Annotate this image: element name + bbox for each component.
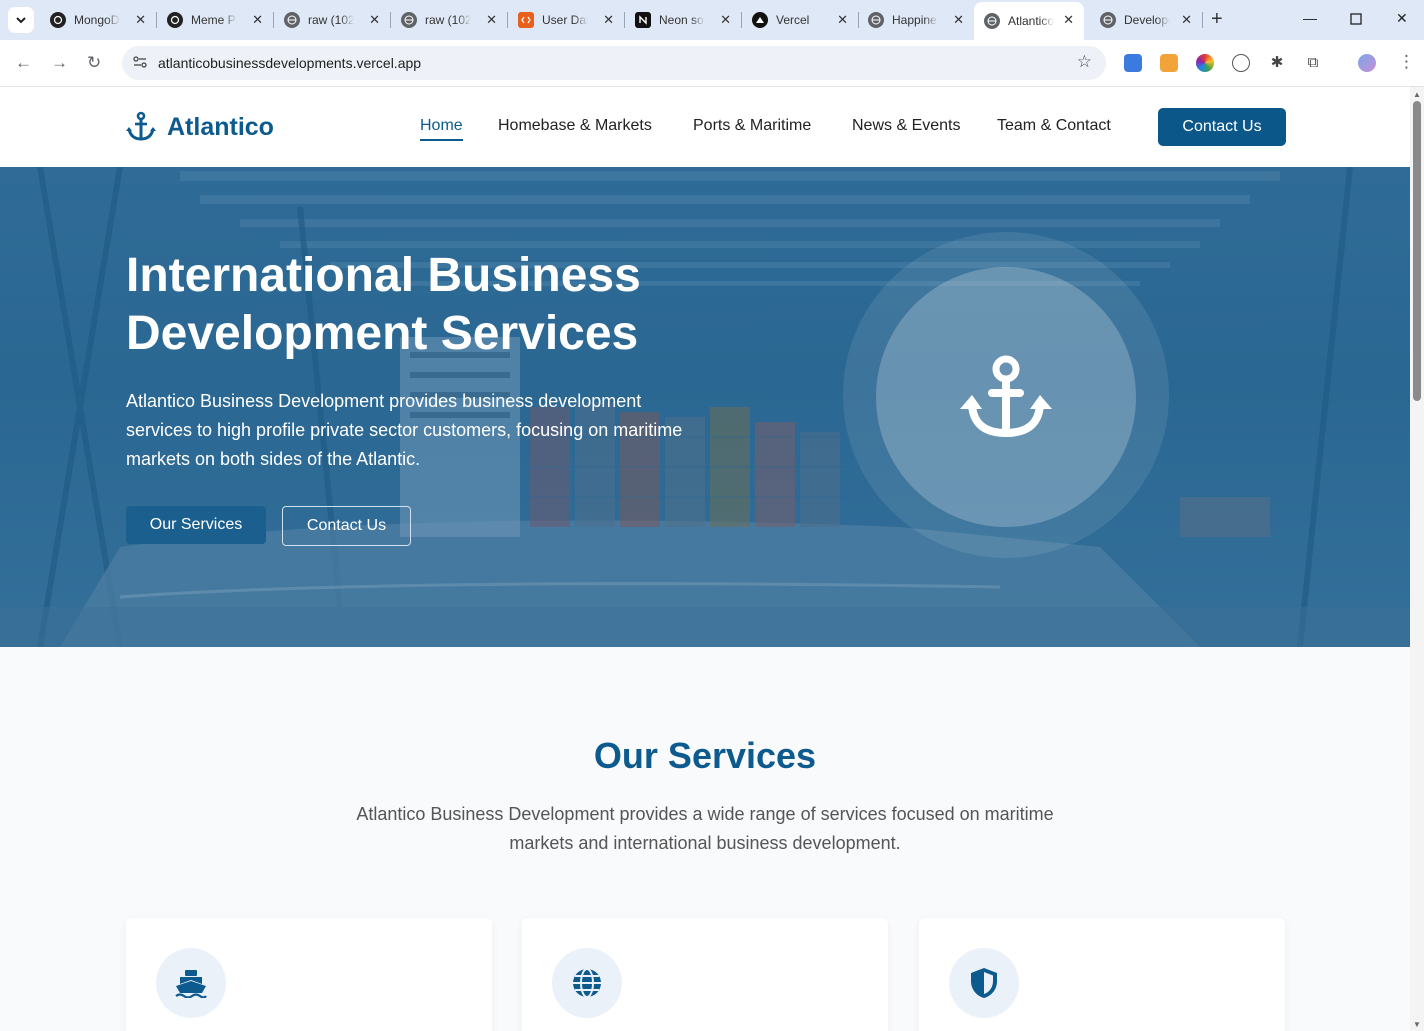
vercel-favicon-icon bbox=[752, 12, 768, 28]
tab-search-button[interactable] bbox=[8, 7, 34, 33]
nav-homebase-markets[interactable]: Homebase & Markets bbox=[498, 117, 652, 135]
color-picker-extension-icon[interactable] bbox=[1196, 54, 1214, 72]
chevron-down-icon bbox=[16, 17, 26, 24]
hero-emblem bbox=[876, 267, 1136, 527]
browser-tab[interactable]: User Data ✕ bbox=[508, 4, 625, 36]
site-header: Atlantico Home Homebase & Markets Ports … bbox=[0, 87, 1410, 167]
close-tab-icon[interactable]: ✕ bbox=[135, 12, 146, 28]
tab-title: Atlantico bbox=[1008, 14, 1054, 28]
browser-tab[interactable]: Developer ✕ bbox=[1090, 4, 1203, 36]
address-bar[interactable]: atlanticobusinessdevelopments.vercel.app… bbox=[122, 46, 1106, 80]
profile-avatar[interactable] bbox=[1358, 54, 1376, 72]
neon-favicon-icon bbox=[635, 12, 651, 28]
our-services-button[interactable]: Our Services bbox=[126, 506, 266, 544]
service-card[interactable] bbox=[126, 918, 492, 1031]
ship-icon bbox=[175, 970, 207, 998]
bug-extension-icon[interactable]: ✱ bbox=[1268, 54, 1286, 72]
window-close-icon[interactable]: ✕ bbox=[1396, 10, 1408, 27]
back-arrow-icon[interactable]: ← bbox=[15, 53, 32, 73]
browser-tab[interactable]: Meme Platform ✕ bbox=[157, 4, 274, 36]
hero-contact-button[interactable]: Contact Us bbox=[282, 506, 411, 546]
nav-home[interactable]: Home bbox=[420, 117, 463, 141]
bookmark-star-icon[interactable]: ☆ bbox=[1077, 52, 1092, 72]
browser-tabstrip: MongoDB ✕ Meme Platform ✕ raw (102) ✕ ra… bbox=[0, 0, 1424, 40]
close-tab-icon[interactable]: ✕ bbox=[1063, 12, 1074, 28]
minimize-icon[interactable]: — bbox=[1303, 10, 1317, 26]
brand-name: Atlantico bbox=[167, 112, 274, 141]
brand-logo[interactable]: Atlantico bbox=[125, 111, 274, 143]
extension-icon[interactable] bbox=[1124, 54, 1142, 72]
close-tab-icon[interactable]: ✕ bbox=[603, 12, 614, 28]
service-icon-circle bbox=[552, 948, 622, 1018]
shield-icon bbox=[971, 968, 997, 998]
hero-description: Atlantico Business Development provides … bbox=[126, 391, 683, 469]
anchor-icon bbox=[126, 111, 156, 141]
services-title: Our Services bbox=[593, 735, 817, 776]
browser-tab[interactable]: Happiness ✕ bbox=[858, 4, 974, 36]
nav-news-events[interactable]: News & Events bbox=[852, 117, 960, 135]
tab-title: Vercel bbox=[776, 13, 810, 27]
tab-title: Neon soft bbox=[659, 13, 705, 27]
globe-favicon-icon bbox=[1100, 12, 1116, 28]
url-text: atlanticobusinessdevelopments.vercel.app bbox=[158, 55, 422, 71]
browser-toolbar: ← → ↻ atlanticobusinessdevelopments.verc… bbox=[0, 40, 1424, 87]
new-tab-button[interactable]: + bbox=[1211, 9, 1223, 29]
page-scrollbar[interactable]: ▲ ▼ bbox=[1410, 87, 1424, 1031]
reload-icon[interactable]: ↻ bbox=[87, 53, 101, 73]
scrollbar-thumb[interactable] bbox=[1413, 101, 1421, 401]
maximize-icon[interactable] bbox=[1350, 12, 1362, 28]
tab-title: User Data bbox=[542, 13, 588, 27]
website-viewport: Atlantico Home Homebase & Markets Ports … bbox=[0, 87, 1410, 1031]
service-icon-circle bbox=[949, 948, 1019, 1018]
anchor-icon bbox=[960, 355, 1052, 438]
hero-title: International Business Development Servi… bbox=[126, 249, 641, 360]
globe-favicon-icon bbox=[284, 12, 300, 28]
browser-tab-active[interactable]: Atlantico ✕ bbox=[974, 2, 1084, 40]
globe-favicon-icon bbox=[401, 12, 417, 28]
openai-favicon-icon bbox=[167, 12, 183, 28]
globe-favicon-icon bbox=[868, 12, 884, 28]
browser-tab[interactable]: raw (102) ✕ bbox=[391, 4, 508, 36]
globe-favicon-icon bbox=[984, 13, 1000, 29]
forward-arrow-icon[interactable]: → bbox=[51, 53, 68, 73]
extensions-puzzle-icon[interactable]: ⧉ bbox=[1304, 54, 1322, 72]
scroll-up-icon[interactable]: ▲ bbox=[1413, 90, 1421, 99]
tab-title: Meme Platform bbox=[191, 13, 237, 27]
tab-title: MongoDB bbox=[74, 13, 120, 27]
openai-favicon-icon bbox=[50, 12, 66, 28]
browser-tab[interactable]: Neon soft ✕ bbox=[625, 4, 742, 36]
close-tab-icon[interactable]: ✕ bbox=[837, 12, 848, 28]
browser-menu-icon[interactable]: ⋮ bbox=[1398, 52, 1415, 72]
browser-tab[interactable]: Vercel ✕ bbox=[742, 4, 859, 36]
extension-icon[interactable] bbox=[1160, 54, 1178, 72]
scroll-down-icon[interactable]: ▼ bbox=[1413, 1020, 1421, 1029]
close-tab-icon[interactable]: ✕ bbox=[1181, 12, 1192, 28]
hero-section: International Business Development Servi… bbox=[0, 167, 1410, 647]
services-section: Our Services Atlantico Business Developm… bbox=[0, 647, 1410, 1031]
tab-title: raw (102) bbox=[308, 13, 354, 27]
service-icon-circle bbox=[156, 948, 226, 1018]
service-card[interactable] bbox=[919, 918, 1285, 1031]
site-settings-icon[interactable] bbox=[132, 54, 148, 70]
globe-icon bbox=[573, 968, 601, 998]
nav-team-contact[interactable]: Team & Contact bbox=[997, 117, 1111, 135]
close-tab-icon[interactable]: ✕ bbox=[369, 12, 380, 28]
close-tab-icon[interactable]: ✕ bbox=[252, 12, 263, 28]
browser-tab[interactable]: MongoDB ✕ bbox=[40, 4, 157, 36]
close-tab-icon[interactable]: ✕ bbox=[953, 12, 964, 28]
browser-tab[interactable]: raw (102) ✕ bbox=[274, 4, 391, 36]
tab-title: Developer bbox=[1124, 13, 1170, 27]
service-card[interactable] bbox=[522, 918, 888, 1031]
close-tab-icon[interactable]: ✕ bbox=[486, 12, 497, 28]
services-description: Atlantico Business Development provides … bbox=[356, 804, 1054, 853]
close-tab-icon[interactable]: ✕ bbox=[720, 12, 731, 28]
extension-icon[interactable] bbox=[1232, 54, 1250, 72]
tab-title: raw (102) bbox=[425, 13, 471, 27]
header-contact-button[interactable]: Contact Us bbox=[1158, 108, 1286, 146]
tab-title: Happiness bbox=[892, 13, 938, 27]
nav-ports-maritime[interactable]: Ports & Maritime bbox=[693, 117, 811, 135]
html-favicon-icon bbox=[518, 12, 534, 28]
